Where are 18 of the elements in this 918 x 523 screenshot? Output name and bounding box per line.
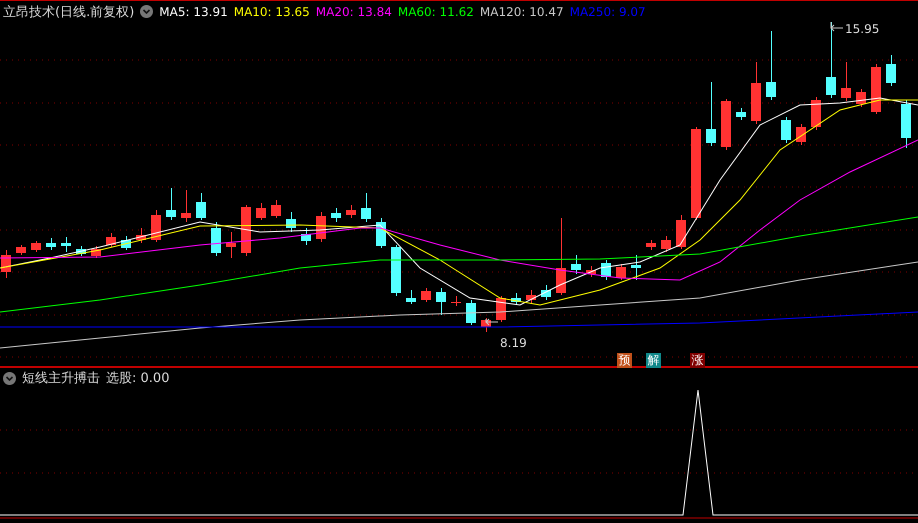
high-price-label: 15.95 — [845, 22, 880, 36]
signal-badge: 预 — [617, 353, 632, 368]
low-price-label: 8.19 — [500, 336, 527, 350]
moving-average-value: MA10: 13.65 — [234, 4, 310, 18]
moving-average-value: MA5: 13.91 — [159, 4, 228, 18]
dropdown-icon[interactable] — [3, 372, 16, 384]
moving-average-value: MA120: 10.47 — [480, 4, 564, 18]
stock-title: 立昂技术(日线.前复权) — [3, 4, 134, 20]
indicator-name: 短线主升搏击 — [22, 370, 100, 387]
dropdown-icon[interactable] — [140, 5, 154, 18]
moving-average-value: MA60: 11.62 — [398, 4, 474, 18]
moving-average-value: MA250: 9.07 — [570, 4, 646, 18]
pointer-arrow-icon — [485, 318, 498, 326]
signal-badge: 涨 — [690, 353, 705, 368]
moving-average-value: MA20: 13.84 — [316, 4, 392, 18]
signal-badge: 解 — [646, 353, 661, 368]
pointer-arrow-icon — [830, 22, 844, 32]
indicator-value: 选股: 0.00 — [106, 370, 170, 387]
